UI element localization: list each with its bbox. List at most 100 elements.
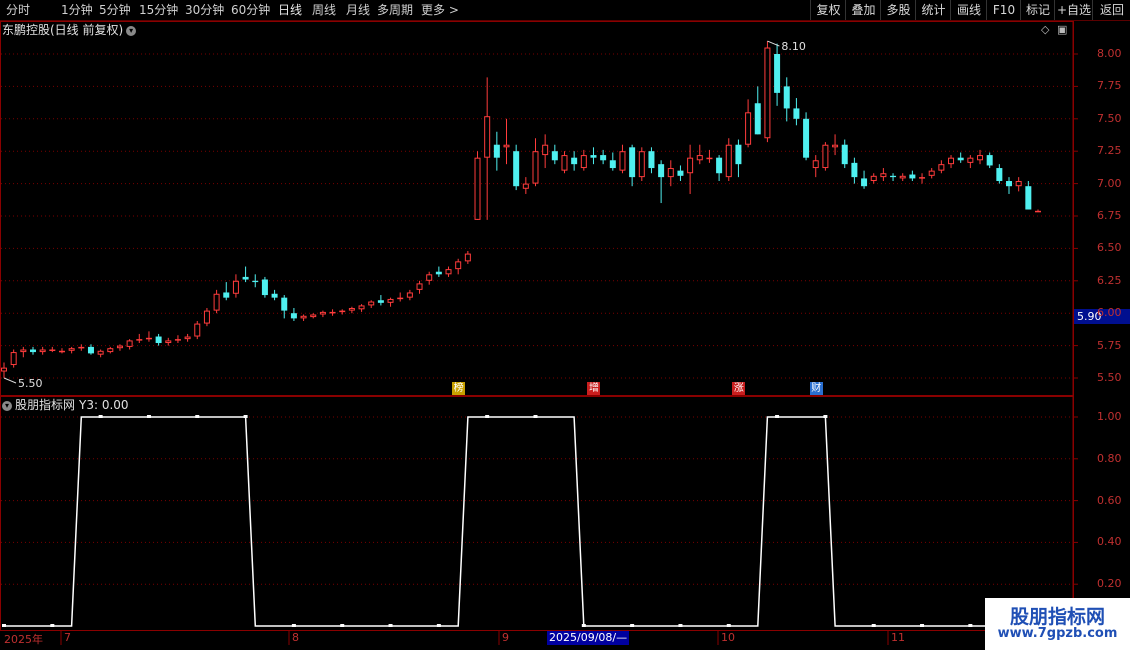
indicator-dot	[968, 624, 973, 627]
candle-body	[300, 315, 307, 319]
toolbar-button-0[interactable]: 复权	[810, 0, 846, 20]
candle	[658, 160, 665, 204]
candle	[39, 346, 46, 355]
candle	[696, 144, 703, 165]
candle-body	[764, 47, 771, 139]
period-tab-2[interactable]: 5分钟	[99, 1, 131, 19]
panel-toggle-icon[interactable]: ▣	[1057, 23, 1067, 36]
candle-body	[174, 339, 181, 341]
grid-lines	[0, 21, 1078, 645]
panel-icons[interactable]: ◇ ▣	[1041, 23, 1067, 36]
candle	[851, 157, 858, 184]
candle	[261, 276, 268, 298]
candle	[754, 86, 761, 135]
period-tab-0[interactable]: 分时	[6, 1, 30, 19]
candle	[542, 134, 549, 169]
candle	[319, 310, 326, 318]
period-tab-10[interactable]: 更多 >	[421, 1, 459, 19]
candle-body	[39, 349, 46, 353]
candle	[213, 289, 220, 314]
chevron-down-icon[interactable]: ▾	[2, 400, 12, 411]
candle	[223, 282, 230, 301]
high-label: 8.10	[781, 40, 806, 53]
candle	[619, 144, 626, 174]
diamond-icon[interactable]: ◇	[1041, 23, 1049, 36]
candle-body	[155, 336, 162, 344]
indicator-dot	[195, 415, 200, 418]
candle-body	[561, 155, 568, 171]
candle-body	[223, 292, 230, 298]
indicator-dot	[630, 624, 635, 627]
chevron-down-icon[interactable]: ▾	[126, 25, 137, 36]
indicator-series[interactable]	[2, 415, 1087, 627]
candle	[899, 173, 906, 182]
candlestick-series[interactable]	[1, 41, 1041, 378]
indicator-dot	[98, 415, 103, 418]
candle	[812, 155, 819, 178]
candle	[126, 339, 133, 350]
toolbar-button-3[interactable]: 统计	[915, 0, 951, 20]
toolbar-button-2[interactable]: 多股	[880, 0, 916, 20]
event-marker-0[interactable]: 榜	[452, 382, 466, 395]
indicator-dot	[920, 624, 925, 627]
event-marker-1[interactable]: 增	[587, 382, 601, 395]
period-tab-4[interactable]: 30分钟	[185, 1, 224, 19]
candle	[774, 43, 781, 106]
toolbar-button-8[interactable]: 返回	[1092, 0, 1130, 20]
candle	[503, 118, 510, 165]
candle-body	[938, 164, 945, 171]
candle-body	[793, 108, 800, 119]
candle-body	[948, 157, 955, 165]
candle-body	[1035, 210, 1041, 213]
period-tab-6[interactable]: 日线	[278, 1, 302, 19]
candle-body	[68, 348, 75, 351]
candle	[455, 258, 462, 275]
candle	[609, 152, 616, 171]
candle	[78, 344, 85, 351]
candle-body	[648, 151, 655, 169]
candle	[513, 144, 520, 191]
candle-body	[1, 367, 7, 372]
candle-body	[97, 350, 104, 355]
candle-body	[377, 300, 384, 303]
toolbar-button-1[interactable]: 叠加	[845, 0, 881, 20]
candle-body	[909, 174, 916, 179]
candle-body	[503, 144, 510, 148]
toolbar-button-5[interactable]: F10	[986, 0, 1021, 20]
main-y-label: 6.00	[1097, 306, 1122, 320]
toolbar-button-6[interactable]: 标记	[1020, 0, 1055, 20]
indicator-dot	[50, 624, 55, 627]
candle	[967, 155, 974, 169]
main-y-label: 5.50	[1097, 371, 1122, 384]
main-y-label: 5.75	[1097, 338, 1122, 352]
toolbar-button-4[interactable]: 画线	[950, 0, 987, 20]
candle	[397, 292, 404, 302]
candle	[928, 168, 935, 179]
toolbar-button-7[interactable]: +自选	[1054, 0, 1093, 20]
main-y-label: 6.50	[1097, 241, 1122, 255]
period-tab-3[interactable]: 15分钟	[139, 1, 178, 19]
candle	[252, 274, 259, 288]
candle	[136, 333, 143, 344]
candle-body	[532, 151, 539, 184]
main-y-label: 7.00	[1097, 176, 1122, 190]
indicator-dot	[871, 624, 876, 627]
candle	[232, 274, 239, 298]
period-tab-8[interactable]: 月线	[346, 1, 370, 19]
period-tab-7[interactable]: 周线	[312, 1, 336, 19]
sub-panel-title[interactable]: ▾ 股朋指标网 Y3: 0.00	[2, 397, 129, 413]
candle	[938, 160, 945, 174]
candle	[194, 320, 201, 340]
x-axis-label: 7	[64, 631, 71, 644]
event-marker-3[interactable]: 财	[809, 382, 823, 395]
main-y-label: 7.75	[1097, 79, 1122, 93]
period-tab-9[interactable]: 多周期	[377, 1, 413, 19]
sub-panel-frame	[0, 396, 1074, 631]
candle-body	[774, 54, 781, 93]
candle	[822, 142, 829, 171]
candle-body	[387, 298, 394, 303]
event-marker-2[interactable]: 涨	[732, 382, 746, 395]
main-panel-title[interactable]: 东鹏控股(日线 前复权) ▾	[2, 22, 137, 38]
period-tab-5[interactable]: 60分钟	[231, 1, 270, 19]
period-tab-1[interactable]: 1分钟	[61, 1, 93, 19]
